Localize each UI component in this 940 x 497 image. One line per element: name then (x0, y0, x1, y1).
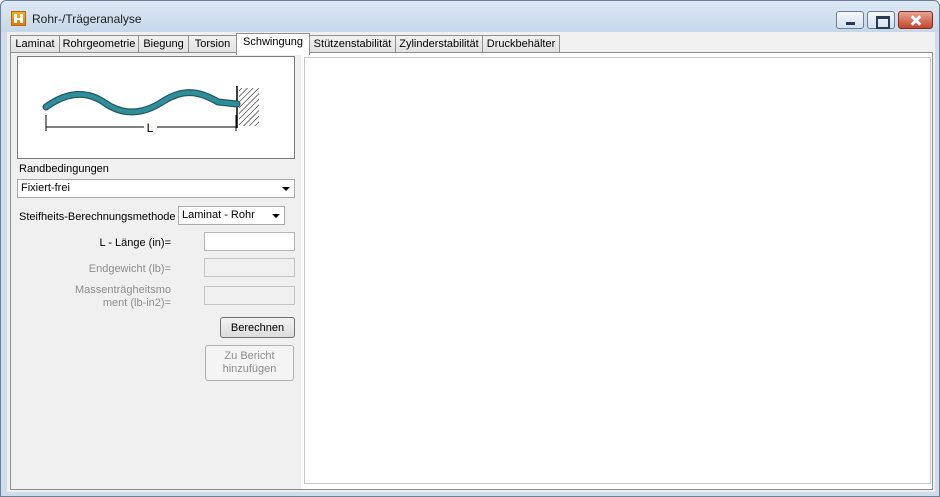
beam-illustration: L (17, 56, 295, 159)
maximize-button[interactable] (867, 11, 895, 29)
chevron-down-icon[interactable] (272, 214, 280, 218)
length-label: L - Länge (in)= (99, 237, 171, 249)
close-button[interactable] (898, 11, 933, 29)
minimize-button[interactable] (836, 11, 864, 29)
calculate-button[interactable]: Berechnen (220, 317, 295, 338)
boundary-conditions-dropdown[interactable]: Fixiert-frei (17, 179, 295, 198)
add-to-report-button[interactable]: Zu Bericht hinzufügen (205, 345, 294, 381)
boundary-conditions-label: Randbedingungen (19, 163, 109, 175)
results-panel (304, 57, 931, 484)
stiffness-method-label: Steifheits-Berechnungsmethode (19, 211, 176, 223)
stiffness-method-dropdown[interactable]: Laminat - Rohr (178, 206, 285, 225)
input-panel: L Randbedingungen Fixiert-frei Steifheit… (11, 53, 301, 489)
boundary-conditions-value: Fixiert-frei (21, 182, 70, 194)
tab-panel-schwingung: L Randbedingungen Fixiert-frei Steifheit… (10, 52, 933, 490)
dimension-label: L (147, 121, 154, 135)
chevron-down-icon[interactable] (282, 187, 290, 191)
client-area: Laminat Rohrgeometrie Biegung Torsion Sc… (7, 32, 935, 492)
moment-label-line2: ment (lb-in2)= (102, 297, 171, 309)
vibrating-beam (43, 90, 240, 115)
end-weight-input[interactable] (204, 258, 295, 277)
add-to-report-label-line2: hinzufügen (222, 363, 277, 375)
stiffness-method-value: Laminat - Rohr (182, 209, 255, 221)
moment-label-line1: Massenträgheitsmo (75, 284, 171, 296)
cantilever-beam-diagram: L (42, 86, 259, 135)
moment-of-inertia-input[interactable] (204, 286, 295, 305)
title-bar: Rohr-/Trägeranalyse (1, 1, 939, 32)
fixed-wall-hatch (239, 88, 259, 126)
add-to-report-label-line1: Zu Bericht (224, 350, 275, 362)
app-icon (11, 11, 26, 26)
app-window: Rohr-/Trägeranalyse Laminat Rohrgeometri… (0, 0, 940, 497)
window-title: Rohr-/Trägeranalyse (32, 12, 142, 26)
tab-schwingung[interactable]: Schwingung (236, 33, 310, 55)
end-weight-label: Endgewicht (lb)= (88, 263, 171, 275)
length-input[interactable] (204, 232, 295, 251)
